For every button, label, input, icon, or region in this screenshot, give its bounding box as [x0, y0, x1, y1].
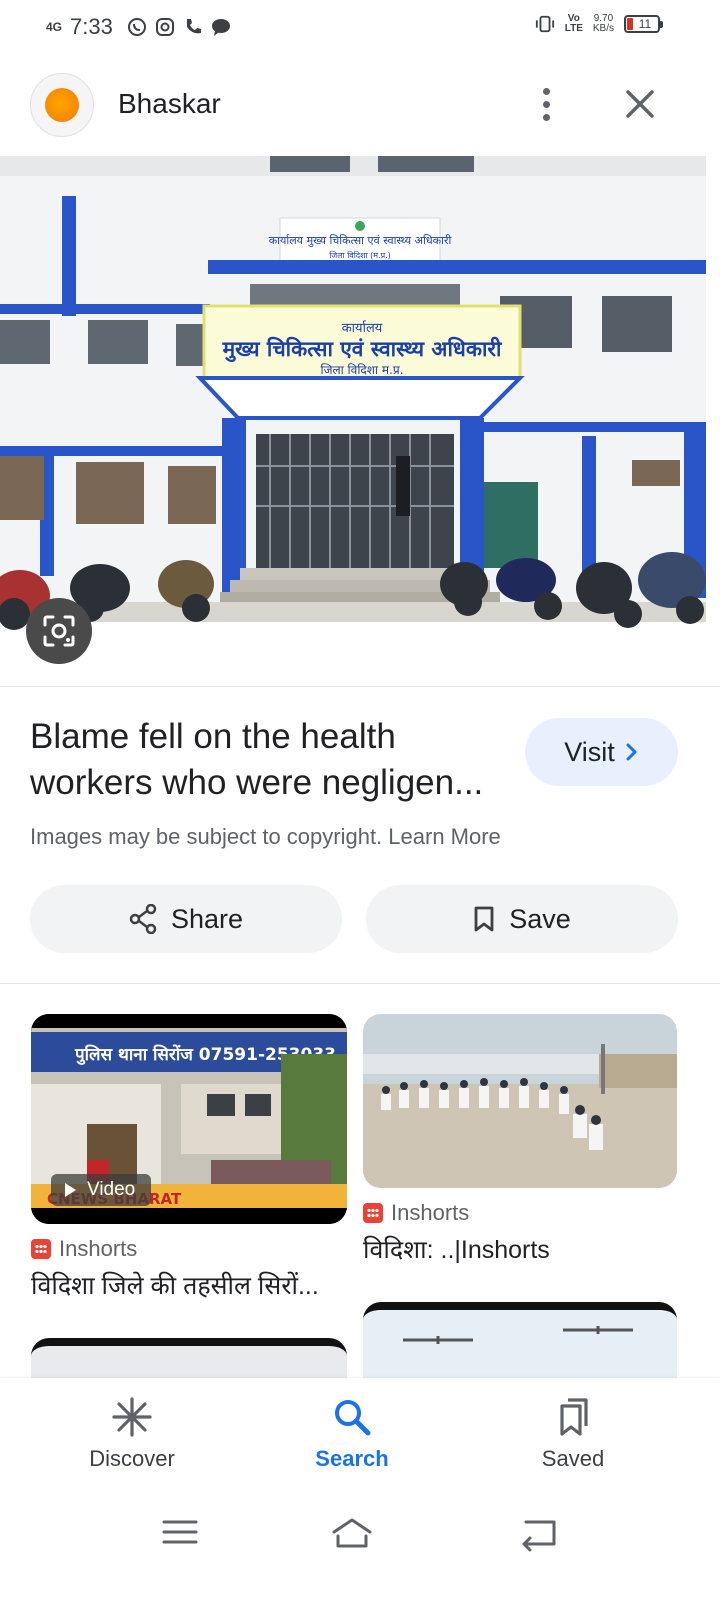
related-source: Inshorts: [363, 1200, 677, 1226]
related-source-name: Inshorts: [391, 1200, 470, 1225]
building-photo: कार्यालय मुख्य चिकित्सा एवं स्वास्थ्य अध…: [0, 156, 706, 686]
home-icon[interactable]: [330, 1512, 374, 1552]
related-thumbnail[interactable]: [363, 1014, 677, 1188]
main-sign-small: कार्यालय: [342, 320, 383, 336]
result-title[interactable]: Blame fell on the health workers who wer…: [30, 714, 510, 806]
related-thumbnail[interactable]: [363, 1302, 677, 1378]
chat-icon: [211, 19, 230, 36]
save-button[interactable]: Save: [366, 885, 678, 953]
related-thumb-image: [363, 1310, 677, 1378]
system-navigation: [0, 1490, 720, 1600]
hero-image[interactable]: कार्यालय मुख्य चिकित्सा एवं स्वास्थ्य अध…: [0, 156, 706, 686]
bookmarks-icon: [560, 1398, 588, 1436]
asterisk-icon: [112, 1397, 152, 1437]
visit-button[interactable]: Visit: [525, 718, 678, 786]
related-card[interactable]: Inshorts विदिशा: ..|Inshorts: [363, 1014, 677, 1266]
related-card[interactable]: पुलिस थाना सिरोंज 07591-253033 CNEWS BHA…: [31, 1014, 347, 1302]
lens-icon: [43, 615, 75, 647]
bottom-navigation: Discover Search Saved: [0, 1378, 720, 1490]
nav-discover[interactable]: Discover: [52, 1396, 212, 1472]
share-button[interactable]: Share: [30, 885, 342, 953]
source-name[interactable]: Bhaskar: [118, 88, 221, 120]
more-options-button[interactable]: [530, 82, 562, 126]
share-label: Share: [170, 903, 244, 934]
search-icon: [335, 1400, 371, 1436]
menu-icon[interactable]: [158, 1512, 202, 1552]
bhaskar-logo-icon: [45, 88, 79, 122]
vibrate-icon: [535, 15, 554, 33]
bookmark-icon: [474, 906, 494, 932]
related-card[interactable]: [31, 1338, 347, 1378]
status-right: Vo LTE 9.70 KB/s 11: [535, 13, 663, 34]
top-sign-text: कार्यालय मुख्य चिकित्सा एवं स्वास्थ्य अध…: [269, 234, 452, 247]
related-title[interactable]: विदिशा जिले की तहसील सिरों...: [31, 1268, 347, 1302]
divider: [0, 686, 720, 687]
related-thumbnail[interactable]: पुलिस थाना सिरोंज 07591-253033 CNEWS BHA…: [31, 1014, 347, 1224]
nav-search[interactable]: Search: [272, 1396, 432, 1472]
status-bar: 4G 7:33 Vo LTE 9.70 KB/s 11: [0, 0, 720, 56]
nav-saved-label: Saved: [541, 1446, 605, 1471]
status-left: 4G 7:33: [46, 14, 231, 40]
related-images: पुलिस थाना सिरोंज 07591-253033 CNEWS BHA…: [0, 984, 720, 1378]
network-speed: 9.70 KB/s: [592, 13, 614, 34]
nav-discover-label: Discover: [89, 1446, 175, 1471]
clock: 7:33: [70, 14, 113, 39]
chevron-right-icon: [626, 743, 637, 761]
network-indicator: 4G: [46, 19, 63, 34]
share-icon: [129, 904, 157, 934]
related-thumb-image: [363, 1014, 677, 1188]
source-logo[interactable]: [30, 73, 94, 137]
copyright-notice[interactable]: Images may be subject to copyright. Lear…: [30, 824, 501, 850]
video-badge: Video: [51, 1174, 152, 1206]
related-title[interactable]: विदिशा: ..|Inshorts: [363, 1232, 677, 1266]
nav-search-label: Search: [315, 1446, 389, 1471]
result-header: Bhaskar: [0, 70, 720, 156]
battery-indicator: 11: [624, 15, 663, 33]
related-card[interactable]: [363, 1302, 677, 1378]
save-label: Save: [509, 903, 571, 934]
visit-label: Visit: [564, 736, 615, 767]
main-sign-sub: जिला विदिशा म.प्र.: [320, 363, 403, 377]
related-source: Inshorts: [31, 1236, 347, 1262]
related-thumbnail[interactable]: [31, 1338, 347, 1378]
top-sign-sub: जिला विदिशा (म.प्र.): [329, 250, 391, 260]
main-sign-text: मुख्य चिकित्सा एवं स्वास्थ्य अधिकारी: [222, 336, 503, 363]
close-icon[interactable]: [620, 84, 660, 124]
google-lens-button[interactable]: [26, 598, 92, 664]
video-badge-label: Video: [87, 1179, 136, 1200]
inshorts-icon: [363, 1203, 383, 1223]
instagram-icon: [155, 18, 174, 36]
volte-indicator: Vo LTE: [564, 13, 583, 34]
related-source-name: Inshorts: [59, 1236, 138, 1261]
phone-icon: [186, 19, 201, 34]
whatsapp-icon: [127, 18, 146, 36]
inshorts-icon: [31, 1239, 51, 1259]
back-icon[interactable]: [518, 1512, 562, 1552]
play-icon: [65, 1183, 76, 1197]
nav-saved[interactable]: Saved: [493, 1396, 653, 1472]
